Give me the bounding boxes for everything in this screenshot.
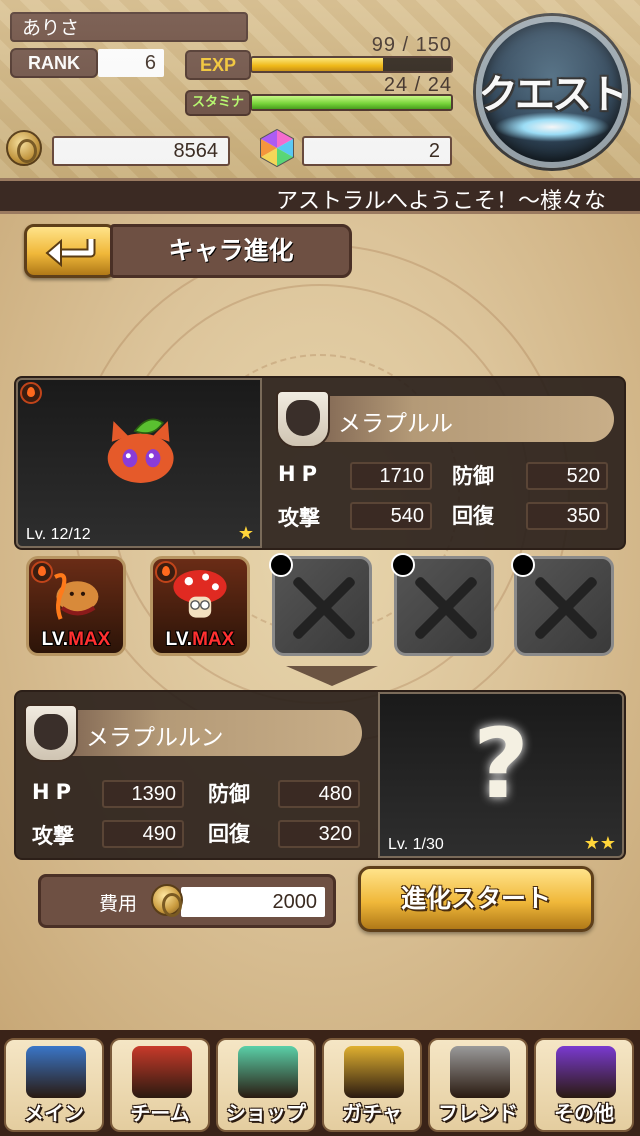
nav-team[interactable]: チーム: [110, 1038, 210, 1132]
stamina-label: スタミナ: [185, 90, 251, 116]
trophy-icon: [344, 1046, 404, 1098]
attack-value: 490: [102, 820, 184, 848]
base-level: Lv. 12/12: [26, 526, 91, 543]
nav-gacha[interactable]: ガチャ: [322, 1038, 422, 1132]
nav-label: フレンド: [438, 1101, 518, 1125]
material-slot-4-empty[interactable]: [391, 553, 494, 656]
rank-value: 6: [98, 49, 164, 77]
attack-value: 540: [350, 502, 432, 530]
hp-value: 1710: [350, 462, 432, 490]
fire-slime-character-icon: [107, 418, 174, 483]
quest-button[interactable]: クエスト: [476, 16, 628, 168]
nav-label: チーム: [130, 1101, 190, 1125]
lion-crest-icon: [276, 390, 330, 448]
coin-icon: [151, 884, 183, 917]
result-level: Lv. 1/30: [388, 836, 444, 853]
hp-value: 1390: [102, 780, 184, 808]
recovery-value: 350: [526, 502, 608, 530]
lion-crest-icon: [24, 704, 78, 762]
news-ticker: アストラルへようこそ！〜様々な: [0, 178, 640, 214]
exp-text: 99 / 150: [371, 34, 452, 56]
max-level-badge: LV.MAX: [41, 629, 111, 650]
nav-label: その他: [554, 1101, 614, 1125]
result-character-card: メラプルルン HP 1390 防御 480 攻撃 490 回復 320 ? Lv…: [14, 690, 626, 860]
nav-label: メイン: [24, 1101, 84, 1125]
gem-value: 2: [302, 136, 452, 166]
back-button[interactable]: [24, 224, 116, 278]
exp-label: EXP: [185, 50, 251, 80]
material-slot-3-empty[interactable]: [269, 553, 372, 656]
cost-label: 費用: [99, 893, 138, 915]
slot-indicator-dot: [391, 553, 415, 577]
base-name-row: メラプルル: [276, 390, 614, 448]
defense-value: 480: [278, 780, 360, 808]
material-slot-2[interactable]: LV.MAX: [150, 556, 250, 656]
cost-value: 2000: [181, 887, 325, 917]
recovery-label: 回復: [452, 504, 494, 528]
nav-label: ガチャ: [342, 1101, 402, 1125]
knight-helmet-icon: [450, 1046, 510, 1098]
slot-indicator-dot: [511, 553, 535, 577]
material-slot-5-empty[interactable]: [511, 553, 614, 656]
base-character-portrait[interactable]: Lv. 12/12 ★: [16, 378, 262, 548]
rarity-stars: ★★: [583, 833, 616, 854]
stamina-bar: [250, 94, 453, 111]
bottom-nav: メイン チーム ショップ ガチャ フレンド その他: [0, 1030, 640, 1136]
status-header: ありさ RANK 6 99 / 150 EXP 24 / 24 スタミナ 856…: [0, 0, 640, 178]
money-value: 8564: [52, 136, 230, 166]
nav-label: ショップ: [226, 1101, 306, 1125]
rank-label: RANK: [10, 48, 98, 78]
coin-icon: [6, 130, 42, 166]
fire-beast-character-icon: [54, 573, 99, 620]
stamina-bar-fill: [252, 96, 451, 109]
hp-label: HP: [278, 462, 323, 486]
player-name: ありさ: [10, 12, 248, 42]
defense-label: 防御: [452, 464, 494, 488]
start-evolution-button[interactable]: 進化スタート: [358, 866, 594, 932]
result-name-row: メラプルルン: [24, 704, 362, 762]
recovery-label: 回復: [208, 822, 250, 846]
nav-shop[interactable]: ショップ: [216, 1038, 316, 1132]
gem-icon: [260, 128, 294, 168]
recovery-value: 320: [278, 820, 360, 848]
result-character-portrait: ? Lv. 1/30 ★★: [378, 692, 624, 858]
material-slot-1[interactable]: LV.MAX: [26, 556, 126, 656]
nav-other[interactable]: その他: [534, 1038, 634, 1132]
exp-bar-fill: [252, 58, 384, 71]
slot-indicator-dot: [269, 553, 293, 577]
unknown-character-icon: ?: [473, 708, 529, 820]
quest-label: クエスト: [478, 72, 626, 118]
house-icon: [26, 1046, 86, 1098]
result-character-name: メラプルルン: [86, 725, 224, 751]
return-arrow-icon: [45, 238, 96, 268]
cost-box: 費用 2000: [38, 874, 336, 928]
page-title: キャラ進化: [110, 224, 352, 278]
nav-main[interactable]: メイン: [4, 1038, 104, 1132]
gem-cube-icon: [238, 1046, 298, 1098]
attack-label: 攻撃: [278, 506, 320, 530]
attack-label: 攻撃: [32, 824, 74, 848]
exp-bar: [250, 56, 453, 73]
max-level-badge: LV.MAX: [165, 629, 235, 650]
base-character-card[interactable]: Lv. 12/12 ★ メラプルル HP 1710 防御 520 攻撃 540 …: [14, 376, 626, 550]
mystery-box-icon: [556, 1046, 616, 1098]
base-character-name: メラプルル: [338, 411, 453, 437]
start-evolution-label: 進化スタート: [400, 884, 551, 913]
nav-friend[interactable]: フレンド: [428, 1038, 528, 1132]
defense-label: 防御: [208, 782, 250, 806]
defense-value: 520: [526, 462, 608, 490]
ticker-text: アストラルへようこそ！〜様々な: [276, 189, 607, 214]
down-arrow-icon: [286, 666, 378, 686]
shield-icon: [132, 1046, 192, 1098]
evolution-screen: キャラ進化 Lv. 12/12 ★ メラプルル HP 1710 防御 520 攻…: [0, 214, 640, 1030]
rarity-stars: ★: [237, 523, 254, 544]
hp-label: HP: [32, 780, 77, 804]
mushroom-character-icon: [173, 570, 227, 618]
